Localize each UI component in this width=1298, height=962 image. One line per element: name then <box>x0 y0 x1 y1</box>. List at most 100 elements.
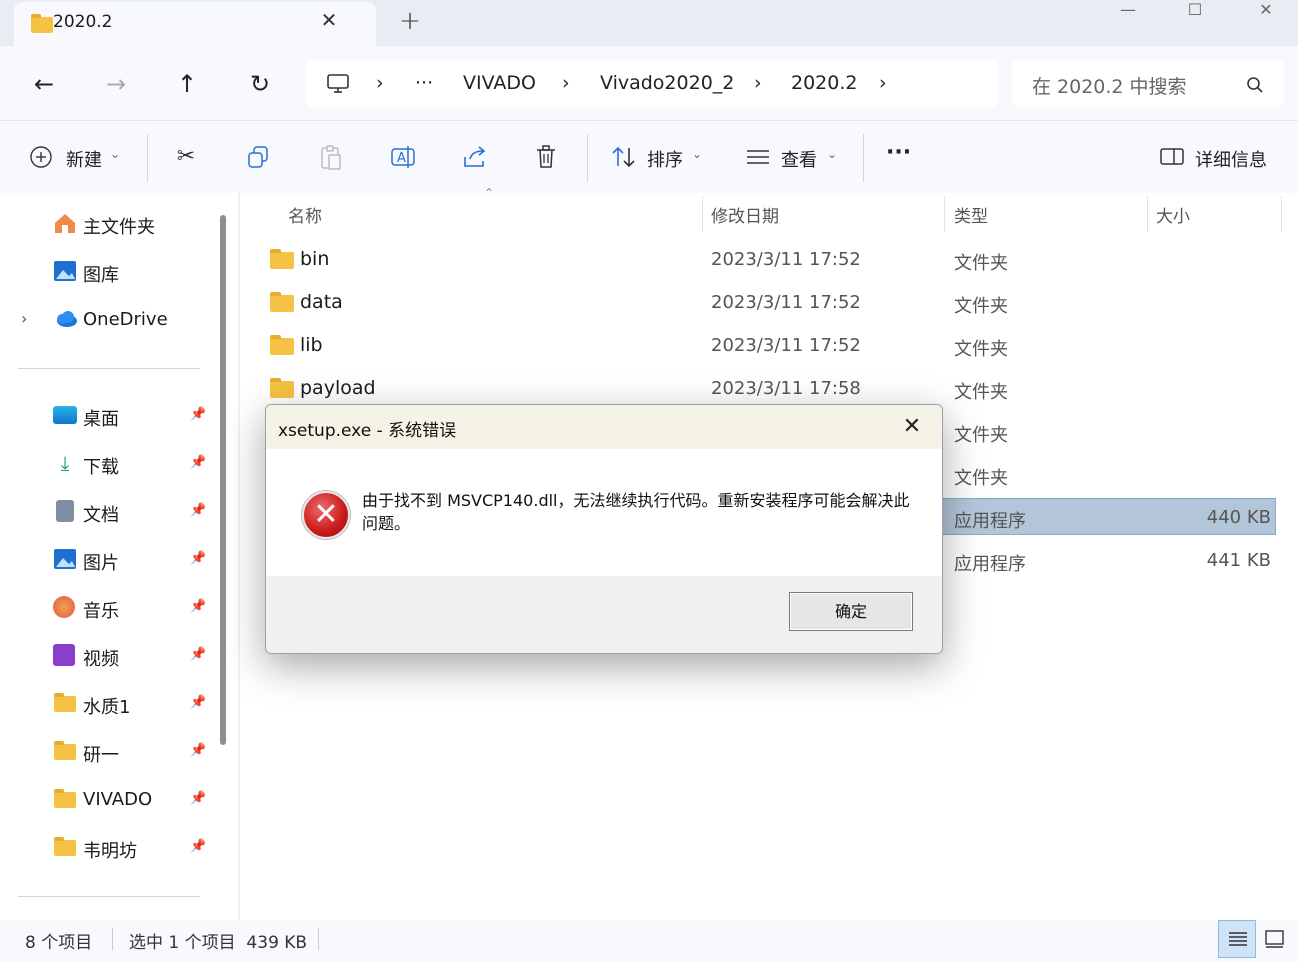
up-button[interactable]: ↑ <box>170 68 204 102</box>
file-size: 440 KB <box>1206 507 1271 528</box>
sidebar-item-folder-shuizhi[interactable]: 水质1 📌 <box>50 687 210 721</box>
breadcrumb-ellipsis[interactable]: ··· <box>415 72 433 94</box>
ok-button[interactable]: 确定 <box>789 592 913 631</box>
breadcrumb-vivado2020[interactable]: Vivado2020_2 <box>600 72 734 94</box>
column-header-size[interactable]: 大小 <box>1156 202 1190 227</box>
file-size: 441 KB <box>1206 550 1271 571</box>
sidebar-item-folder-weimingfang[interactable]: 韦明坊 📌 <box>50 831 210 865</box>
close-window-button[interactable]: ✕ <box>1248 0 1284 22</box>
folder-icon <box>270 249 294 269</box>
sidebar-item-folder-vivado[interactable]: VIVADO 📌 <box>50 783 210 817</box>
details-button[interactable]: 详细信息 <box>1195 146 1267 172</box>
status-divider <box>112 928 113 950</box>
error-icon: ✕ <box>302 491 350 539</box>
search-icon <box>1247 77 1263 93</box>
dialog-close-button[interactable]: ✕ <box>896 411 928 443</box>
sidebar-item-downloads[interactable]: ⤓ 下载 📌 <box>50 447 210 481</box>
pin-icon[interactable]: 📌 <box>190 407 206 422</box>
sidebar-item-label: 研一 <box>83 745 119 766</box>
file-name[interactable]: payload <box>300 377 376 399</box>
rename-icon[interactable]: A <box>389 144 417 170</box>
sidebar-item-label: 主文件夹 <box>83 217 155 238</box>
sidebar-item-desktop[interactable]: 桌面 📌 <box>50 399 210 433</box>
view-icon <box>747 150 769 164</box>
sidebar-item-label: 图库 <box>83 265 119 286</box>
search-input[interactable]: 在 2020.2 中搜索 <box>1032 72 1187 99</box>
column-divider[interactable] <box>702 196 703 232</box>
new-tab-button[interactable]: + <box>396 6 424 36</box>
paste-icon[interactable] <box>318 144 344 172</box>
sidebar-item-label: VIVADO <box>83 789 153 810</box>
pin-icon[interactable]: 📌 <box>190 695 206 710</box>
pin-icon[interactable]: 📌 <box>190 503 206 518</box>
view-button[interactable]: 查看 <box>781 146 817 172</box>
details-view-icon <box>1229 932 1247 946</box>
large-icons-view-icon[interactable] <box>1264 929 1286 949</box>
folder-icon <box>54 693 76 712</box>
svg-text:A: A <box>397 151 406 166</box>
chevron-right-icon[interactable]: › <box>376 72 384 94</box>
pin-icon[interactable]: 📌 <box>190 647 206 662</box>
details-view-button[interactable] <box>1218 920 1256 958</box>
file-name[interactable]: lib <box>300 334 323 356</box>
pin-icon[interactable]: 📌 <box>190 551 206 566</box>
sidebar-item-onedrive[interactable]: OneDrive <box>50 303 210 337</box>
sort-ascending-icon: ⌃ <box>484 186 495 200</box>
chevron-down-icon: ⌄ <box>110 147 121 161</box>
copy-icon[interactable] <box>246 145 272 171</box>
share-icon[interactable] <box>462 144 490 170</box>
sidebar-item-music[interactable]: 音乐 📌 <box>50 591 210 625</box>
chevron-right-icon[interactable]: › <box>562 72 570 94</box>
new-button[interactable]: 新建 <box>66 146 102 172</box>
delete-icon[interactable] <box>534 144 560 172</box>
pin-icon[interactable]: 📌 <box>190 839 206 854</box>
file-type: 文件夹 <box>954 425 1008 446</box>
chevron-right-icon[interactable]: › <box>754 72 762 94</box>
back-button[interactable]: ← <box>27 68 61 102</box>
sidebar-scrollbar[interactable] <box>220 215 226 745</box>
details-pane-icon <box>1160 148 1184 165</box>
sidebar-item-pictures[interactable]: 图片 📌 <box>50 543 210 577</box>
gallery-icon <box>54 261 76 281</box>
chevron-right-icon[interactable]: › <box>21 309 27 328</box>
breadcrumb-vivado[interactable]: VIVADO <box>463 72 536 94</box>
pin-icon[interactable]: 📌 <box>190 455 206 470</box>
pictures-icon <box>54 549 76 569</box>
chevron-right-icon[interactable]: › <box>879 72 887 94</box>
sidebar-item-folder-yanyi[interactable]: 研一 📌 <box>50 735 210 769</box>
file-name[interactable]: bin <box>300 248 329 270</box>
sidebar-item-home[interactable]: 主文件夹 <box>50 207 210 241</box>
file-date: 2023/3/11 17:52 <box>711 292 861 313</box>
column-header-type[interactable]: 类型 <box>954 202 988 227</box>
forward-button[interactable]: → <box>99 68 133 102</box>
pin-icon[interactable]: 📌 <box>190 599 206 614</box>
toolbar-separator <box>147 134 148 182</box>
download-icon: ⤓ <box>60 451 70 475</box>
column-divider[interactable] <box>1147 196 1148 232</box>
column-divider[interactable] <box>944 196 945 232</box>
more-options-button[interactable]: ··· <box>886 140 911 165</box>
computer-icon <box>327 74 349 93</box>
column-divider[interactable] <box>1281 196 1282 232</box>
folder-icon <box>54 837 76 856</box>
cut-icon[interactable]: ✂ <box>169 140 203 174</box>
sidebar-item-gallery[interactable]: 图库 <box>50 255 210 289</box>
chevron-down-icon: ⌄ <box>827 147 838 161</box>
maximize-button[interactable]: ☐ <box>1177 0 1213 22</box>
column-header-date[interactable]: 修改日期 <box>711 202 779 227</box>
refresh-button[interactable]: ↻ <box>243 68 277 102</box>
tab-close-icon[interactable]: ✕ <box>318 8 340 34</box>
dialog-title: xsetup.exe - 系统错误 <box>278 421 457 441</box>
sidebar-item-videos[interactable]: 视频 📌 <box>50 639 210 673</box>
file-name[interactable]: data <box>300 291 343 313</box>
pin-icon[interactable]: 📌 <box>190 791 206 806</box>
folder-icon <box>270 292 294 312</box>
sort-button[interactable]: 排序 <box>647 146 683 172</box>
pin-icon[interactable]: 📌 <box>190 743 206 758</box>
home-icon <box>55 214 75 233</box>
column-header-name[interactable]: 名称 <box>288 202 322 227</box>
breadcrumb-2020-2[interactable]: 2020.2 <box>791 72 857 94</box>
sidebar-item-label: OneDrive <box>83 309 168 330</box>
sidebar-item-documents[interactable]: 文档 📌 <box>50 495 210 529</box>
minimize-button[interactable]: — <box>1110 0 1146 22</box>
